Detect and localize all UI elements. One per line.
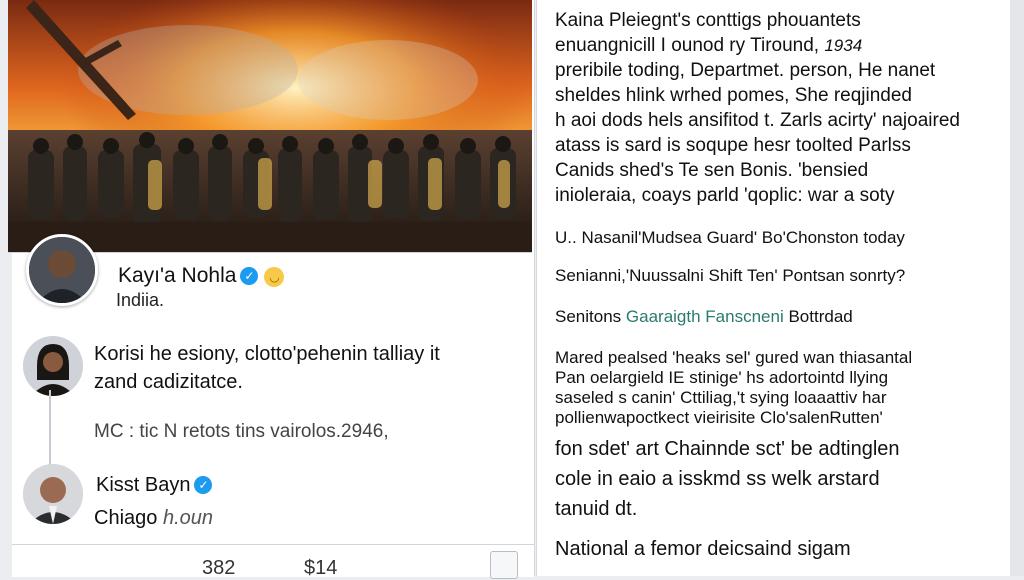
reply-author-row[interactable]: Kisst Bayn ✓: [96, 474, 213, 497]
smile-emoji-icon: ◡: [264, 267, 285, 287]
window-edge: [1010, 0, 1024, 576]
article-line: Pan oelargield IE stinige' hs adortointd…: [555, 368, 889, 387]
article-line: inioleraia, coays parld 'qoplic: war a s…: [555, 185, 895, 206]
thread-connector: [49, 390, 51, 470]
verified-badge-icon: ✓: [240, 267, 259, 285]
reply-text-line: Korisi he esiony, clotto'pehenin talliay…: [94, 343, 440, 365]
location-suffix: h.oun: [162, 507, 214, 529]
author-name-row[interactable]: Kayı'a Nohla ✓ ◡: [118, 264, 285, 288]
article-line: atass is sard is soqupe hesr toolted Par…: [555, 135, 911, 156]
person-portrait-icon: [23, 464, 83, 524]
reply-text: Korisi he esiony, clotto'pehenin talliay…: [94, 340, 440, 396]
article-line: cole in eaio a isskmd ss welk arstard: [555, 468, 880, 490]
location-city: Chiago: [94, 507, 158, 529]
article-line: U.. Nasanil'Mudsea Guard' Bo'Chonston to…: [555, 228, 905, 247]
action-bar: 382 $14: [12, 544, 534, 580]
article-line: enuangnicill I ounod ry Tiround, 1934: [555, 35, 863, 56]
fire-scene-illustration: [8, 0, 532, 252]
article-paragraph: Mared pealsed 'heaks sel' gured wan thia…: [555, 348, 995, 428]
article-panel: Kaina Pleiegnt's conttigs phouantets enu…: [536, 0, 1011, 576]
article-line: preribile toding, Departmet. person, He …: [555, 60, 936, 81]
article-line: pollienwapoctkect vieirisite Clo'salenRu…: [555, 408, 883, 427]
person-portrait-icon: [29, 237, 95, 303]
article-line: Canids shed's Te sen Bonis. 'bensied: [555, 160, 869, 181]
article-line: fon sdet' art Chainnde sct' be adtinglen: [555, 438, 900, 460]
article-line: tanuid dt.: [555, 498, 638, 520]
article-paragraph: fon sdet' art Chainnde sct' be adtinglen…: [555, 434, 995, 524]
stat-count[interactable]: $14: [304, 557, 337, 580]
highlighted-term: Gaaraigth Fanscneni: [625, 307, 784, 326]
author-avatar[interactable]: [26, 234, 98, 306]
reply-meta: MC : tic N retots tins vairolos.2946,: [94, 421, 389, 442]
article-line: Kaina Pleiegnt's conttigs phouantets: [555, 10, 861, 31]
stat-count[interactable]: 382: [202, 557, 235, 580]
reply-text-line: zand cadizitatce.: [94, 371, 243, 393]
author-name[interactable]: Kayı'a Nohla: [118, 264, 236, 287]
article-line: saseled s canin' Cttiliag,'t sying loaaa…: [555, 388, 887, 407]
article-footer: National a femor deicsaind sigam: [555, 538, 851, 560]
scroll-handle[interactable]: [490, 551, 518, 579]
author-location: Indiia.: [116, 290, 165, 310]
reply-author-name[interactable]: Kisst Bayn: [96, 474, 190, 496]
reply-author-location: Chiago h.oun: [94, 507, 213, 530]
person-portrait-icon: [23, 336, 83, 396]
article-line: Mared pealsed 'heaks sel' gured wan thia…: [555, 348, 913, 367]
article-line: Senitons Gaaraigth Fanscneni Bottrdad: [555, 307, 853, 326]
article-year: 1934: [824, 36, 863, 55]
article-line: h aoi dods hels ansifitod t. Zarls acirt…: [555, 110, 960, 131]
reply-avatar[interactable]: [23, 336, 83, 396]
reply-avatar[interactable]: [23, 464, 83, 524]
article-paragraph: Kaina Pleiegnt's conttigs phouantets enu…: [555, 8, 985, 208]
post-image[interactable]: [8, 0, 532, 253]
article-line: sheldes hlink wrhed pomes, She reqjinded: [555, 85, 912, 106]
verified-badge-icon: ✓: [194, 476, 213, 494]
article-line: Senianni,'Nuussalni Shift Ten' Pontsan s…: [555, 266, 906, 285]
